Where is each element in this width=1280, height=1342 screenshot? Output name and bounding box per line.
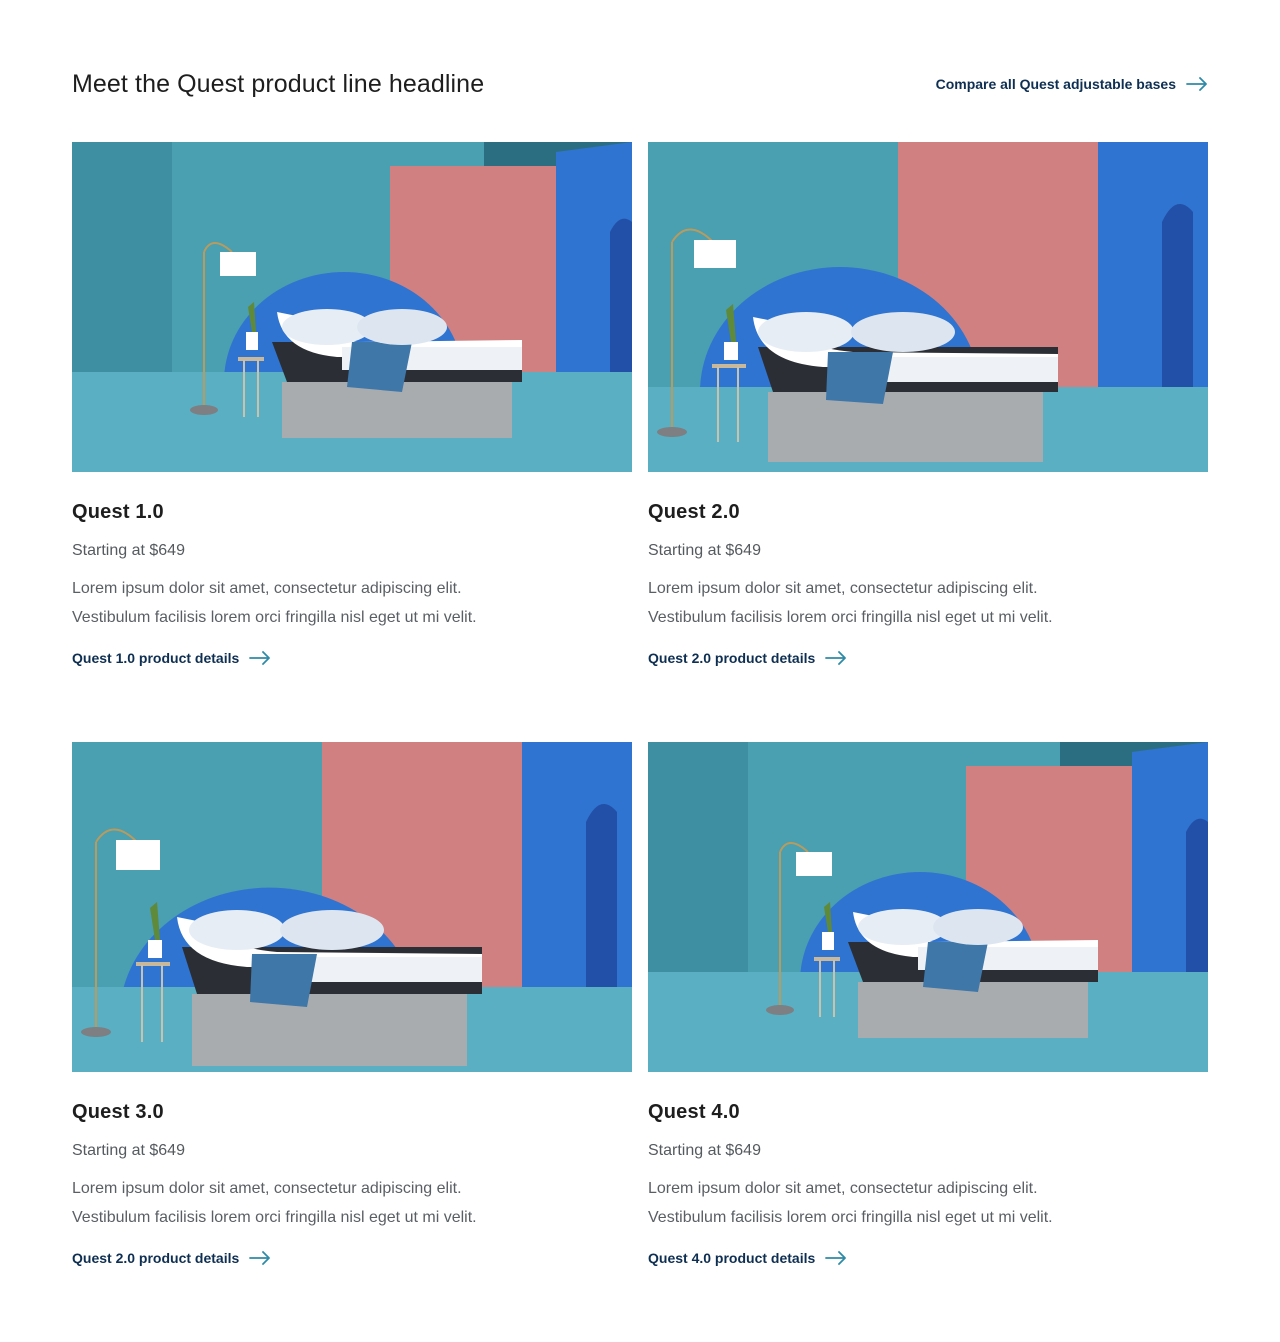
arrow-right-icon [249,1251,271,1265]
product-details-link-label: Quest 2.0 product details [648,650,816,666]
product-description: Lorem ipsum dolor sit amet, consectetur … [72,1180,477,1226]
product-details-link[interactable]: Quest 2.0 product details [648,646,847,670]
product-image[interactable] [648,742,1208,1072]
product-card: Quest 3.0 Starting at $649 Lorem ipsum d… [72,742,632,1266]
product-image[interactable] [72,742,632,1072]
compare-all-link-label: Compare all Quest adjustable bases [935,76,1176,92]
product-price: Starting at $649 [72,1142,185,1159]
section-header: Meet the Quest product line headline Com… [72,66,1208,102]
arrow-right-icon [825,1251,847,1265]
product-title: Quest 2.0 [648,501,740,523]
arrow-right-icon [825,651,847,665]
product-image[interactable] [72,142,632,472]
arrow-right-icon [249,651,271,665]
product-card: Quest 2.0 Starting at $649 Lorem ipsum d… [648,142,1208,666]
product-price: Starting at $649 [72,542,185,559]
product-title: Quest 4.0 [648,1101,740,1123]
product-card: Quest 4.0 Starting at $649 Lorem ipsum d… [648,742,1208,1266]
section-headline: Meet the Quest product line headline [72,70,485,98]
product-price: Starting at $649 [648,542,761,559]
product-details-link[interactable]: Quest 4.0 product details [648,1246,847,1270]
product-price: Starting at $649 [648,1142,761,1159]
product-title: Quest 3.0 [72,1101,164,1123]
product-description: Lorem ipsum dolor sit amet, consectetur … [648,580,1053,626]
product-details-link[interactable]: Quest 1.0 product details [72,646,271,670]
product-details-link-label: Quest 2.0 product details [72,1250,240,1266]
product-details-link-label: Quest 1.0 product details [72,650,240,666]
product-details-link[interactable]: Quest 2.0 product details [72,1246,271,1270]
product-card: Quest 1.0 Starting at $649 Lorem ipsum d… [72,142,632,666]
product-details-link-label: Quest 4.0 product details [648,1250,816,1266]
product-title: Quest 1.0 [72,501,164,523]
product-image[interactable] [648,142,1208,472]
product-description: Lorem ipsum dolor sit amet, consectetur … [72,580,477,626]
compare-all-link[interactable]: Compare all Quest adjustable bases [936,72,1208,96]
arrow-right-icon [1186,77,1208,91]
product-description: Lorem ipsum dolor sit amet, consectetur … [648,1180,1053,1226]
